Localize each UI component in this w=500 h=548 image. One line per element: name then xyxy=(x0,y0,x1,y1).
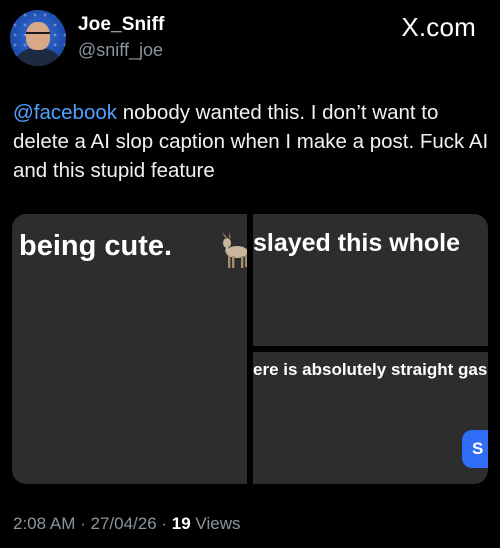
post-date[interactable]: 27/04/26 xyxy=(90,514,156,533)
bottom-right-caption: ere is absolutely straight gas xyxy=(253,360,488,379)
author-display-name[interactable]: Joe_Sniff xyxy=(78,14,164,36)
media-panel-left[interactable]: being cute. xyxy=(12,214,247,484)
left-caption: being cute. xyxy=(19,230,173,262)
views-label: Views xyxy=(190,514,241,533)
meta-separator: · xyxy=(156,514,172,533)
avatar-shirt xyxy=(16,48,60,66)
send-button[interactable]: S xyxy=(462,430,488,468)
media-panel-top-right[interactable]: slayed this whole xyxy=(253,214,488,346)
views-count: 19 xyxy=(171,514,191,533)
attached-media[interactable]: being cute. slayed this whole ere is abs… xyxy=(12,214,488,484)
brand-logo: X.com xyxy=(401,12,476,42)
media-panel-bottom-right[interactable]: ere is absolutely straight gas S xyxy=(253,352,488,484)
author-avatar[interactable] xyxy=(10,10,66,66)
goat-icon xyxy=(222,232,247,268)
post-time[interactable]: 2:08 AM xyxy=(13,514,75,533)
mention-link[interactable]: @facebook xyxy=(13,101,117,124)
author-handle[interactable]: @sniff_joe xyxy=(78,40,163,61)
post-text: @facebook nobody wanted this. I don’t wa… xyxy=(13,98,491,185)
meta-separator: · xyxy=(75,514,91,533)
avatar-glasses xyxy=(26,32,50,40)
top-right-caption: slayed this whole xyxy=(253,229,461,257)
post-metadata: 2:08 AM · 27/04/26 · 19 Views xyxy=(13,514,240,534)
